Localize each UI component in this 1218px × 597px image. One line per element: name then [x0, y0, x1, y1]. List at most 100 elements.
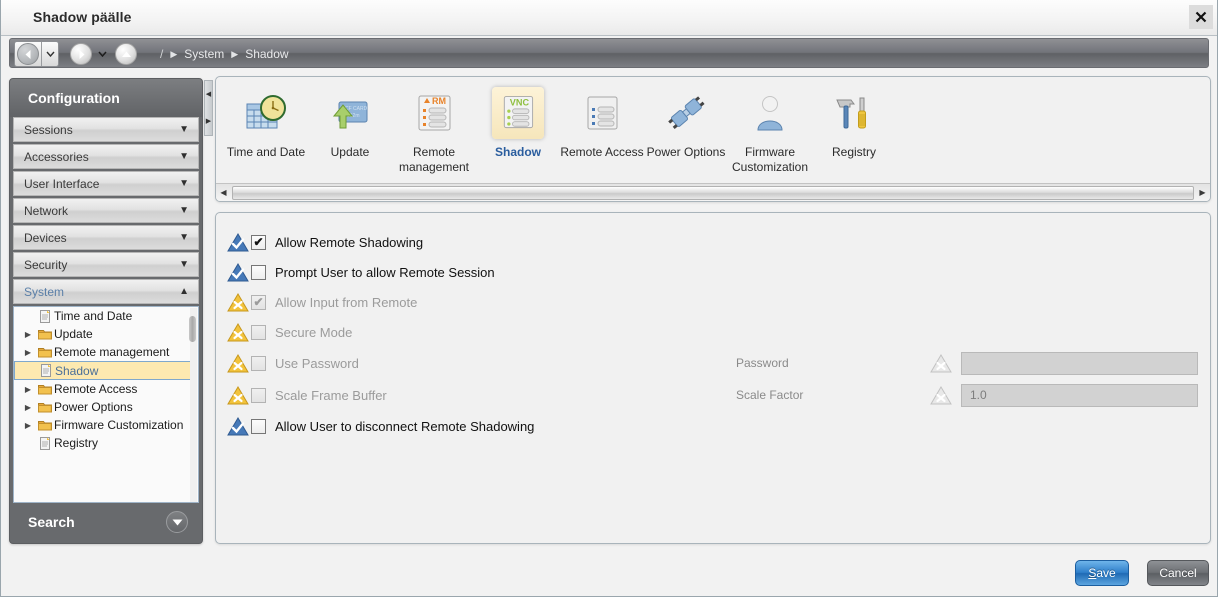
setting-row-allow-user-disconnect: Allow User to disconnect Remote Shadowin…: [216, 411, 1210, 441]
sidebar-group-accessories[interactable]: Accessories ▼: [13, 144, 199, 169]
password-field-label: Password: [736, 356, 789, 370]
title-bar: Shadow päälle: [1, 0, 1217, 36]
forward-history-dropdown[interactable]: [94, 51, 110, 57]
setting-row-allow-remote-shadowing: ✔ Allow Remote Shadowing: [216, 227, 1210, 257]
tree-expander[interactable]: ▶: [20, 421, 36, 430]
sidebar-group-security[interactable]: Security ▼: [13, 252, 199, 277]
folder-icon: [36, 346, 54, 358]
hammer-screwdriver-icon: [828, 87, 880, 139]
toolbar-scroll-thumb[interactable]: [232, 185, 1194, 200]
svg-text:RM: RM: [432, 96, 446, 106]
status-ok-icon: [225, 416, 251, 436]
save-button[interactable]: Save: [1075, 560, 1129, 586]
sidebar-group-label: Accessories: [24, 149, 89, 164]
toolbar-item-update[interactable]: CF CARD 512m Update: [308, 77, 392, 160]
tree-expander[interactable]: ▶: [20, 348, 36, 357]
chevron-right-icon: ▶: [24, 329, 32, 339]
up-arrow-icon: [121, 51, 131, 57]
sidebar-group-system[interactable]: System ▲: [13, 279, 199, 304]
chevron-left-icon: ◀: [205, 91, 212, 98]
toolbar-item-power-options[interactable]: Power Options: [644, 77, 728, 160]
tree-expander[interactable]: ▶: [20, 330, 36, 339]
up-button[interactable]: [115, 43, 137, 65]
breadcrumb-root[interactable]: /: [160, 47, 163, 61]
toolbar-item-time-and-date[interactable]: Time and Date: [224, 77, 308, 160]
sidebar-collapse-handle[interactable]: ◀ ▶: [204, 80, 213, 136]
sidebar-item-registry[interactable]: Registry: [14, 434, 198, 452]
chevron-down-icon: ▼: [179, 177, 189, 189]
folder-icon: [36, 419, 54, 431]
back-arrow-icon: [25, 49, 30, 59]
user-person-icon: [744, 87, 796, 139]
tree-expander[interactable]: ▶: [20, 385, 36, 394]
setting-row-scale-frame-buffer: Scale Frame Buffer Scale Factor 1.0: [216, 379, 1210, 411]
toolbar-item-firmware-customization[interactable]: Firmware Customization: [728, 77, 812, 175]
sidebar-item-label: Shadow: [55, 363, 99, 378]
scroll-left-icon[interactable]: ◀: [216, 185, 231, 201]
sidebar-group-label: User Interface: [24, 176, 100, 191]
save-button-label: ave: [1096, 566, 1116, 580]
sidebar-group-label: Network: [24, 203, 69, 218]
back-history-dropdown[interactable]: [42, 51, 58, 57]
list-document-icon: [576, 87, 628, 139]
scale-factor-input[interactable]: 1.0: [961, 383, 1198, 407]
checkbox-allow-user-disconnect[interactable]: [251, 418, 266, 434]
sidebar-group-label: System: [24, 284, 65, 299]
sidebar-search-label: Search: [28, 514, 75, 530]
toolbar-item-remote-access[interactable]: Remote Access: [560, 77, 644, 160]
checkbox-allow-remote-shadowing[interactable]: ✔: [251, 234, 266, 250]
setting-row-allow-input-from-remote: ✔ Allow Input from Remote: [216, 287, 1210, 317]
setting-label: Scale Frame Buffer: [275, 387, 387, 403]
sidebar-item-power-options[interactable]: ▶ Power Options: [14, 398, 198, 416]
document-icon: [36, 309, 54, 323]
sidebar-item-remote-access[interactable]: ▶ Remote Access: [14, 380, 198, 398]
checkbox-prompt-user[interactable]: [251, 264, 266, 280]
cancel-button[interactable]: Cancel: [1147, 560, 1209, 586]
chevron-down-icon[interactable]: [166, 511, 188, 533]
toolbar-item-registry[interactable]: Registry: [812, 77, 896, 160]
close-button[interactable]: [1189, 5, 1213, 29]
status-ok-icon: [225, 262, 251, 282]
chevron-down-icon: [97, 51, 107, 57]
chevron-down-icon: ▼: [179, 258, 189, 270]
category-toolbar: Time and Date CF CARD 512m Update RM Rem…: [215, 76, 1211, 202]
shadow-settings-form: ✔ Allow Remote Shadowing Prompt User to …: [215, 212, 1211, 544]
check-icon: ✔: [253, 295, 264, 309]
toolbar-item-label: Shadow: [494, 145, 541, 159]
toolbar-item-shadow[interactable]: VNC Shadow: [476, 77, 560, 160]
tree-expander[interactable]: ▶: [20, 403, 36, 412]
sidebar-tree-scroll-thumb[interactable]: [189, 316, 196, 342]
sidebar-group-user-interface[interactable]: User Interface ▼: [13, 171, 199, 196]
status-disabled-icon: [928, 353, 954, 373]
back-button[interactable]: [17, 43, 39, 65]
breadcrumb-item-system[interactable]: System: [184, 47, 224, 61]
sidebar-item-remote-management[interactable]: ▶ Remote management: [14, 343, 198, 361]
forward-arrow-icon: [79, 49, 84, 59]
sidebar-item-firmware-customization[interactable]: ▶ Firmware Customization: [14, 416, 198, 434]
sidebar-group-devices[interactable]: Devices ▼: [13, 225, 199, 250]
breadcrumb-item-shadow[interactable]: Shadow: [245, 47, 288, 61]
toolbar-horizontal-scrollbar[interactable]: ◀ ▶: [216, 183, 1210, 201]
toolbar-icon-strip: Time and Date CF CARD 512m Update RM Rem…: [216, 77, 896, 185]
calendar-clock-icon: [240, 87, 292, 139]
password-input[interactable]: [961, 351, 1198, 375]
svg-text:VNC: VNC: [510, 98, 530, 108]
breadcrumb-arrow-icon: ▶: [231, 48, 239, 59]
chevron-down-icon: ▼: [179, 231, 189, 243]
sidebar-item-label: Remote Access: [54, 382, 138, 396]
shadow-settings-window: Shadow päälle / ▶ System ▶ Shadow Config…: [0, 0, 1218, 597]
sidebar-group-sessions[interactable]: Sessions ▼: [13, 117, 199, 142]
sidebar-tree-scrollbar[interactable]: [189, 308, 197, 502]
toolbar-item-remote-management[interactable]: RM Remote management: [392, 77, 476, 175]
toolbar-item-label: Firmware Customization: [731, 145, 809, 174]
sidebar-item-update[interactable]: ▶ Update: [14, 325, 198, 343]
sidebar-search-section[interactable]: Search: [10, 501, 202, 543]
sidebar-group-network[interactable]: Network ▼: [13, 198, 199, 223]
forward-button[interactable]: [70, 43, 92, 65]
scroll-right-icon[interactable]: ▶: [1195, 185, 1210, 201]
sidebar-item-time-and-date[interactable]: Time and Date: [14, 307, 198, 325]
forward-button-group: [68, 43, 110, 65]
back-button-group: [14, 41, 59, 67]
setting-row-prompt-user: Prompt User to allow Remote Session: [216, 257, 1210, 287]
sidebar-item-shadow[interactable]: Shadow: [14, 361, 197, 380]
